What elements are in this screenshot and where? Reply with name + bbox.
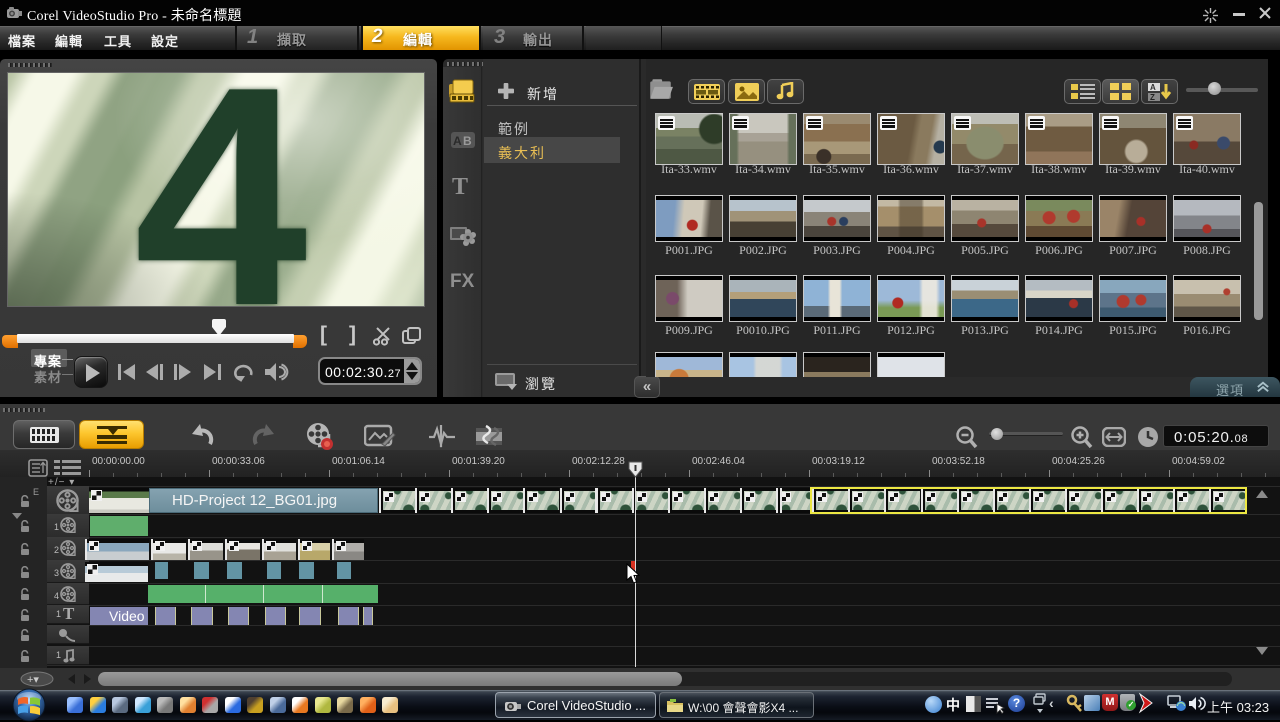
- svg-text:A: A: [453, 134, 462, 148]
- svg-text:Z: Z: [1150, 93, 1155, 102]
- svg-text:+▾: +▾: [27, 674, 39, 686]
- svg-text:B: B: [463, 134, 472, 148]
- svg-text:A: A: [1150, 83, 1156, 92]
